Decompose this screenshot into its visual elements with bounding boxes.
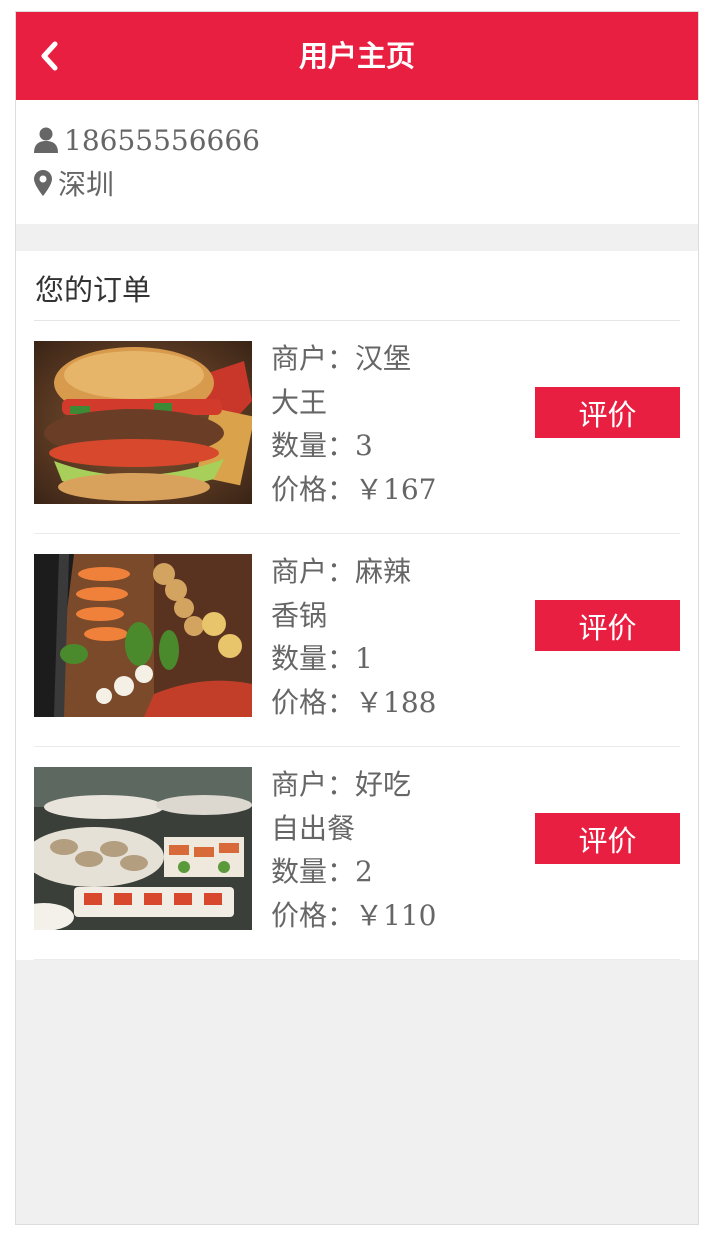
skewers-hotpot-photo [34,554,252,717]
phone-row: 18655556666 [34,120,260,160]
quantity: 数量：3 [271,429,373,462]
merchant-label: 商户： [271,555,356,588]
orders-section: 您的订单 商户：汉堡 大王 数量：3 价格：￥167 评价 商户：麻辣 香锅 数… [16,251,698,960]
buffet-photo [34,767,252,930]
merchant-name-continued: 大王 [271,385,328,419]
price: 价格：￥188 [271,685,437,719]
profile-card: 18655556666 深圳 [16,100,698,224]
order-item: 商户：汉堡 大王 数量：3 价格：￥167 评价 [34,321,680,534]
page-title: 用户主页 [298,39,415,73]
map-marker-icon [34,170,52,196]
price: 价格：￥110 [271,898,437,932]
order-item: 商户：麻辣 香锅 数量：1 价格：￥188 评价 [34,534,680,747]
merchant-name: 好吃 [355,768,412,801]
merchant-name: 麻辣 [355,555,412,588]
order-info: 商户：好吃 自出餐 数量：2 价格：￥110 [271,763,441,937]
phone-number: 18655556666 [64,123,260,157]
order-info: 商户：汉堡 大王 数量：3 价格：￥167 [271,337,441,511]
price: 价格：￥167 [271,472,437,506]
rate-button[interactable]: 评价 [535,813,680,864]
app-frame: 用户主页 18655556666 深圳 您的订单 商户：汉堡 大王 数量：3 价… [15,11,699,1225]
quantity: 数量：2 [271,855,373,888]
rate-button[interactable]: 评价 [535,600,680,651]
user-icon [34,127,58,153]
header-bar: 用户主页 [16,12,698,100]
order-info: 商户：麻辣 香锅 数量：1 价格：￥188 [271,550,441,724]
burger-photo [34,341,252,504]
merchant-label: 商户： [271,768,356,801]
order-item: 商户：好吃 自出餐 数量：2 价格：￥110 评价 [34,747,680,960]
rate-button[interactable]: 评价 [535,387,680,438]
divider [34,959,680,960]
quantity: 数量：1 [271,642,373,675]
merchant-name-continued: 自出餐 [271,811,356,845]
orders-title: 您的订单 [35,273,152,307]
city-row: 深圳 [34,163,114,203]
city-name: 深圳 [58,168,115,201]
merchant-name: 汉堡 [355,342,412,375]
merchant-label: 商户： [271,342,356,375]
merchant-name-continued: 香锅 [271,598,328,632]
